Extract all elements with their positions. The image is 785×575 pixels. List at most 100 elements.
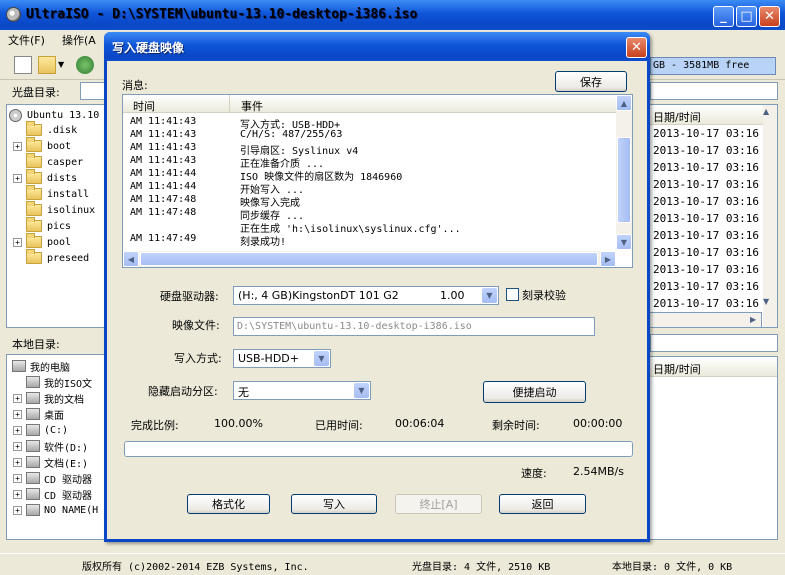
scroll-up-icon[interactable]: ▲	[763, 107, 769, 116]
scroll-up-icon[interactable]: ▲	[616, 95, 632, 111]
log-time-cell: AM 11:47:49	[130, 233, 197, 244]
abort-button[interactable]: 终止[A]	[395, 494, 482, 514]
tree-item-root[interactable]: Ubuntu 13.10	[9, 107, 99, 123]
write-button[interactable]: 写入	[291, 494, 377, 514]
cd-dir-label: 光盘目录:	[12, 86, 60, 99]
status-copyright: 版权所有 (c)2002-2014 EZB Systems, Inc.	[82, 562, 309, 573]
new-file-icon[interactable]	[14, 56, 32, 74]
elapsed-value: 00:06:04	[395, 417, 445, 430]
chevron-down-icon[interactable]: ▼	[482, 288, 497, 303]
chevron-down-icon[interactable]: ▼	[354, 383, 369, 398]
local-date-header[interactable]: 日期/时间	[649, 357, 777, 377]
local-tree-item[interactable]: 我的ISO文	[13, 374, 92, 390]
tree-item[interactable]: casper	[13, 153, 84, 170]
tree-item[interactable]: + dists	[13, 169, 77, 186]
tree-item[interactable]: install	[13, 185, 90, 202]
free-space-bar: GB - 3581MB free	[650, 57, 776, 75]
expand-icon[interactable]: +	[13, 425, 22, 435]
verify-checkbox[interactable]	[506, 288, 519, 301]
log-hscroll[interactable]: ◀ ▶	[123, 251, 616, 267]
log-col-time[interactable]: 时间	[133, 98, 155, 114]
drive-icon	[26, 472, 40, 484]
file-date-cell: 2013-10-17 03:16	[653, 280, 759, 293]
log-vscroll-thumb[interactable]	[617, 137, 631, 223]
back-button[interactable]: 返回	[499, 494, 586, 514]
cd-path-input-right[interactable]	[650, 82, 778, 100]
expand-icon[interactable]: +	[13, 173, 22, 183]
image-file-field[interactable]: D:\SYSTEM\ubuntu-13.10-desktop-i386.iso	[233, 317, 595, 336]
cd-list-hscroll[interactable]: ▶	[648, 312, 762, 328]
expand-icon[interactable]: +	[13, 409, 22, 419]
tree-item-label: pool	[47, 236, 72, 248]
log-col-event[interactable]: 事件	[241, 98, 263, 114]
cd-disc-icon	[9, 108, 22, 122]
expand-icon[interactable]: +	[13, 141, 22, 151]
tree-item[interactable]: isolinux	[13, 201, 95, 218]
extract-icon[interactable]	[76, 56, 94, 74]
local-tree-item[interactable]: + 桌面	[13, 406, 64, 422]
tree-item-label: NO NAME(H	[44, 504, 99, 516]
tree-item-label: preseed	[47, 252, 90, 264]
local-tree-item[interactable]: + NO NAME(H	[13, 502, 98, 518]
local-tree-item[interactable]: + CD 驱动器	[13, 486, 92, 502]
col-divider	[229, 95, 230, 113]
scroll-down-icon[interactable]: ▼	[616, 234, 632, 250]
local-tree-item[interactable]: + 软件(D:)	[13, 438, 88, 454]
drive-icon	[26, 392, 40, 404]
scroll-right-icon[interactable]: ▶	[750, 315, 756, 324]
folder-icon	[26, 185, 42, 200]
tree-item[interactable]: preseed	[13, 249, 90, 266]
expand-icon[interactable]: +	[13, 505, 22, 515]
log-vscroll[interactable]: ▲ ▼	[616, 95, 632, 250]
tree-item[interactable]: .disk	[13, 121, 77, 138]
local-tree-item[interactable]: + (C:)	[13, 422, 68, 438]
local-tree-item[interactable]: + 我的文档	[13, 390, 84, 406]
local-tree-item[interactable]: 我的电脑	[10, 358, 70, 374]
quick-boot-button[interactable]: 便捷启动	[483, 381, 586, 403]
expand-icon[interactable]: +	[13, 393, 22, 403]
chevron-down-icon[interactable]: ▼	[314, 351, 329, 366]
expand-icon[interactable]: +	[13, 473, 22, 483]
open-folder-icon[interactable]	[38, 56, 56, 74]
local-tree-item[interactable]: + 文档(E:)	[13, 454, 88, 470]
local-tree-item[interactable]: + CD 驱动器	[13, 470, 92, 486]
dropdown-arrow-icon[interactable]: ▼	[58, 60, 64, 69]
tree-item[interactable]: + boot	[13, 137, 71, 154]
format-button[interactable]: 格式化	[187, 494, 270, 514]
tree-item[interactable]: pics	[13, 217, 71, 234]
local-date-header-label: 日期/时间	[653, 363, 701, 376]
log-time-cell: AM 11:41:43	[130, 155, 197, 166]
menu-file[interactable]: 文件(F)	[8, 32, 45, 48]
cd-list-scrollbar[interactable]: ▲ ▼	[763, 105, 777, 327]
menu-actions[interactable]: 操作(A	[62, 32, 96, 48]
folder-icon	[26, 153, 42, 168]
dialog-close-button[interactable]: ✕	[626, 37, 647, 58]
tree-item-label: casper	[47, 156, 84, 168]
tree-item-label: CD 驱动器	[44, 490, 93, 502]
dialog-title: 写入硬盘映像	[112, 41, 185, 55]
image-file-label: 映像文件:	[172, 319, 220, 332]
close-window-button[interactable]: ✕	[759, 6, 780, 27]
drive-select[interactable]: (H:, 4 GB)KingstonDT 101 G2 1.00 ▼	[233, 286, 499, 305]
log-hscroll-thumb[interactable]	[140, 252, 598, 266]
expand-icon[interactable]: +	[13, 441, 22, 451]
cd-date-header[interactable]: 日期/时间	[649, 105, 763, 125]
expand-icon[interactable]: +	[13, 237, 22, 247]
scroll-left-icon[interactable]: ◀	[123, 251, 139, 267]
maximize-button[interactable]: □	[736, 6, 757, 27]
file-date-cell: 2013-10-17 03:16	[653, 246, 759, 259]
minimize-button[interactable]: _	[713, 6, 734, 27]
expand-icon[interactable]: +	[13, 489, 22, 499]
expand-icon[interactable]: +	[13, 457, 22, 467]
scroll-right-icon[interactable]: ▶	[600, 251, 616, 267]
tree-item-label: install	[47, 188, 90, 200]
status-cd-dir: 光盘目录: 4 文件, 2510 KB	[412, 562, 551, 573]
drive-icon	[26, 440, 40, 452]
hidden-partition-select[interactable]: 无 ▼	[233, 381, 371, 400]
tree-item[interactable]: + pool	[13, 233, 72, 250]
local-path-input[interactable]	[650, 334, 778, 352]
write-mode-select[interactable]: USB-HDD+ ▼	[233, 349, 331, 368]
file-date-cell: 2013-10-17 03:16	[653, 178, 759, 191]
save-button[interactable]: 保存	[555, 71, 627, 92]
scroll-down-icon[interactable]: ▼	[763, 297, 769, 306]
